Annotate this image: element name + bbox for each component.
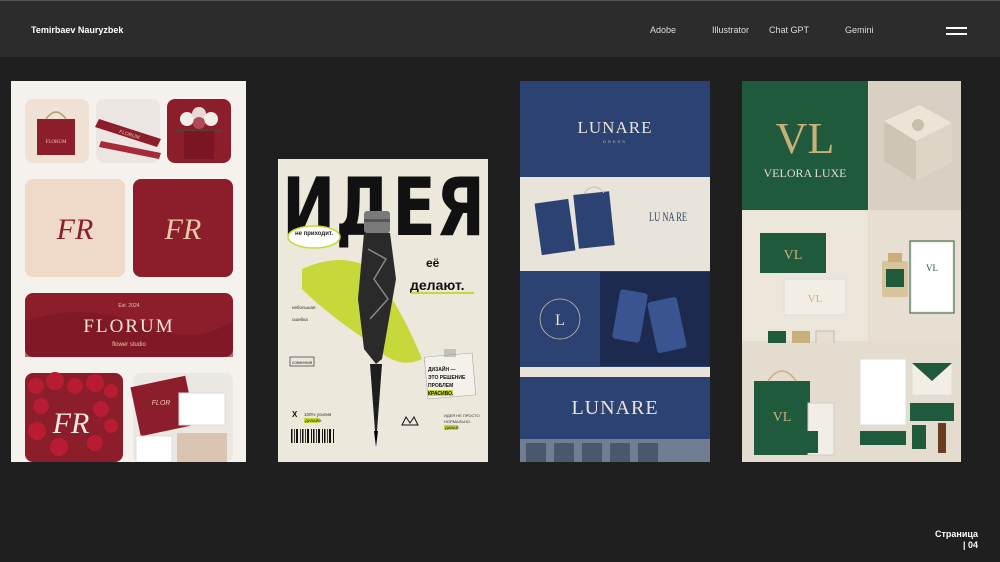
poster-bubble: не приходит. (295, 231, 333, 237)
svg-text:ИДЕЯ НЕ ПРОСТО: ИДЕЯ НЕ ПРОСТО (444, 413, 480, 418)
svg-text:НОРМАЛЬНО.: НОРМАЛЬНО. (444, 419, 471, 424)
svg-text:ДАВАЙ.: ДАВАЙ. (445, 425, 460, 430)
author-name: Temirbaev Nauryzbek (31, 25, 124, 35)
svg-text:FR: FR (52, 407, 90, 440)
nav-item-illustrator[interactable]: Illustrator (712, 25, 749, 35)
svg-text:VL: VL (773, 410, 792, 425)
svg-text:ДИЗАЙН: ДИЗАЙН (305, 418, 322, 423)
svg-text:ДИЗАЙН —: ДИЗАЙН — (428, 365, 456, 373)
velora-monogram: VL (776, 114, 835, 163)
sticky-note: ДИЗАЙН — ЭТО РЕШЕНИЕ ПРОБЛЕМ КРАСИВО. (423, 349, 477, 400)
project-lunare[interactable]: LUNARE DRESS LU NA RE L LUNARE (520, 81, 710, 462)
nav-item-gemini[interactable]: Gemini (845, 25, 874, 35)
florum-wordmark: FLORUM (83, 316, 174, 337)
lettering-line1: её (426, 256, 440, 270)
florum-tagline: flower studio (112, 342, 146, 348)
barcode-icon (291, 429, 334, 443)
velora-wordmark: VELORA LUXE (764, 166, 847, 180)
svg-text:DRESS: DRESS (603, 139, 627, 144)
svg-text:сомнения: сомнения (292, 360, 313, 365)
lettering-line2: делают. (410, 277, 464, 293)
svg-text:100% усилия: 100% усилия (304, 412, 332, 417)
nav-item-chat-gpt[interactable]: Chat GPT (769, 25, 809, 35)
page-number: | 04 (962, 540, 978, 550)
svg-text:КРАСИВО.: КРАСИВО. (428, 391, 454, 397)
svg-text:VL: VL (784, 248, 803, 263)
svg-text:ошибка: ошибка (292, 317, 308, 322)
svg-text:ПРОБЛЕМ: ПРОБЛЕМ (428, 383, 453, 389)
lunare-signage: LUNARE (571, 397, 658, 419)
svg-text:ЭТО РЕШЕНИЕ: ЭТО РЕШЕНИЕ (428, 375, 466, 381)
svg-text:небольшая: небольшая (292, 305, 316, 310)
svg-text:X: X (292, 410, 298, 419)
svg-text:FLOR: FLOR (152, 400, 171, 407)
project-velora-luxe[interactable]: VL VELORA LUXE VL VL VL VL (742, 81, 961, 462)
project-idea-poster[interactable]: ИДЕЯ не приходит. её делают. небольшая о… (278, 159, 488, 462)
lunare-monogram: LU NA RE (649, 209, 687, 224)
idea-poster: ИДЕЯ не приходит. её делают. небольшая о… (282, 161, 485, 447)
hamburger-icon[interactable] (946, 27, 967, 35)
svg-text:VL: VL (808, 293, 823, 305)
florum-est: Est. 2024 (118, 303, 139, 309)
lunare-wordmark: LUNARE (578, 118, 653, 137)
svg-text:VL: VL (926, 263, 938, 273)
top-bar: Temirbaev Nauryzbek Adobe Illustrator Ch… (0, 0, 1000, 57)
velora-moodboard: VL VELORA LUXE VL VL VL VL (742, 81, 961, 462)
page-label: Страница (934, 529, 978, 539)
project-florum[interactable]: FLORUM FLORUM FR FR Est. 2024 FLORUM flo… (11, 81, 246, 462)
florum-moodboard: FLORUM FLORUM FR FR Est. 2024 FLORUM flo… (25, 99, 233, 462)
monogram-red: FR (164, 213, 202, 246)
lunare-badge: L (555, 312, 565, 329)
svg-text:FLORUM: FLORUM (46, 140, 67, 145)
lunare-moodboard: LUNARE DRESS LU NA RE L LUNARE (520, 81, 710, 462)
nav-item-adobe[interactable]: Adobe (650, 25, 676, 35)
monogram-cream: FR (56, 213, 94, 246)
